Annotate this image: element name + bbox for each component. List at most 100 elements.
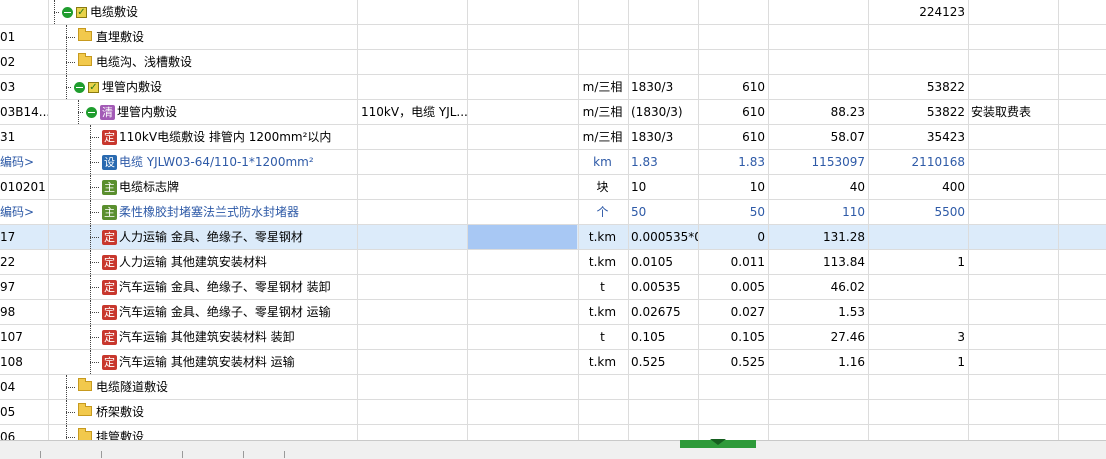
unit-cell[interactable]: m/三相: [578, 75, 627, 99]
total-cell[interactable]: 1: [868, 350, 968, 374]
quantity-expression-cell[interactable]: 50: [628, 200, 698, 224]
code-cell[interactable]: 编码>: [0, 200, 48, 224]
total-cell[interactable]: 224123: [868, 0, 968, 24]
spec-cell[interactable]: [357, 0, 467, 24]
name-cell[interactable]: ✓ 埋管内敷设: [48, 75, 356, 99]
code-cell[interactable]: 107: [0, 325, 48, 349]
spec-cell[interactable]: [357, 400, 467, 424]
quantity-expression-cell[interactable]: 0.0105: [628, 250, 698, 274]
unit-cell[interactable]: t: [578, 325, 627, 349]
spec-cell[interactable]: [357, 25, 467, 49]
code-cell[interactable]: 02: [0, 50, 48, 74]
table-row[interactable]: 05 桥架敷设: [0, 400, 1106, 425]
name-cell[interactable]: 主电缆标志牌: [48, 175, 356, 199]
table-row[interactable]: 编码> 设电缆 YJLW03-64/110-1*1200mm² km 1.83 1.83…: [0, 150, 1106, 175]
collapse-toggle-icon[interactable]: [86, 106, 97, 118]
table-row[interactable]: 98 定汽车运输 金具、绝缘子、零星钢材 运输 t.km 0.02675 0.027 1.…: [0, 300, 1106, 325]
unit-price-cell[interactable]: 40: [768, 175, 868, 199]
name-cell[interactable]: 定汽车运输 金具、绝缘子、零星钢材 装卸: [48, 275, 356, 299]
note-cell[interactable]: [968, 225, 1058, 249]
selected-cell-highlight[interactable]: [468, 225, 577, 249]
name-cell[interactable]: 直埋敷设: [48, 25, 356, 49]
code-cell[interactable]: 03B14...: [0, 100, 48, 124]
quantity-cell[interactable]: 610: [698, 100, 768, 124]
spec-cell[interactable]: [357, 175, 467, 199]
note-cell[interactable]: 安装取费表: [968, 100, 1058, 124]
note-cell[interactable]: [968, 25, 1058, 49]
name-cell[interactable]: 定汽车运输 其他建筑安装材料 装卸: [48, 325, 356, 349]
quantity-cell[interactable]: [698, 0, 768, 24]
unit-price-cell[interactable]: [768, 0, 868, 24]
unit-price-cell[interactable]: 1.16: [768, 350, 868, 374]
unit-cell[interactable]: [578, 375, 627, 399]
unit-price-cell[interactable]: 110: [768, 200, 868, 224]
quantity-expression-cell[interactable]: [628, 25, 698, 49]
code-cell[interactable]: 108: [0, 350, 48, 374]
quantity-cell[interactable]: 610: [698, 75, 768, 99]
total-cell[interactable]: 53822: [868, 100, 968, 124]
code-cell[interactable]: 编码>: [0, 150, 48, 174]
note-cell[interactable]: [968, 0, 1058, 24]
spec-cell[interactable]: [357, 125, 467, 149]
unit-cell[interactable]: m/三相: [578, 100, 627, 124]
name-cell[interactable]: 电缆隧道敷设: [48, 375, 356, 399]
spec-cell[interactable]: [357, 200, 467, 224]
spec-cell[interactable]: [357, 150, 467, 174]
checkbox-icon[interactable]: ✓: [76, 6, 87, 18]
unit-cell[interactable]: t.km: [578, 300, 627, 324]
bottom-tab-strip[interactable]: [0, 451, 1106, 458]
checkbox-icon[interactable]: ✓: [88, 81, 99, 93]
unit-cell[interactable]: t: [578, 275, 627, 299]
note-cell[interactable]: [968, 250, 1058, 274]
unit-price-cell[interactable]: 131.28: [768, 225, 868, 249]
note-cell[interactable]: [968, 75, 1058, 99]
spec-cell[interactable]: [357, 50, 467, 74]
spec-cell[interactable]: [357, 75, 467, 99]
name-cell[interactable]: 定汽车运输 金具、绝缘子、零星钢材 运输: [48, 300, 356, 324]
quantity-expression-cell[interactable]: 10: [628, 175, 698, 199]
table-row[interactable]: 108 定汽车运输 其他建筑安装材料 运输 t.km 0.525 0.525 1.16 1: [0, 350, 1106, 375]
table-row[interactable]: 编码> 主柔性橡胶封堵塞法兰式防水封堵器个 50 50 110 5500: [0, 200, 1106, 225]
quantity-cell[interactable]: [698, 50, 768, 74]
quantity-expression-cell[interactable]: 1830/3: [628, 75, 698, 99]
table-row[interactable]: 97 定汽车运输 金具、绝缘子、零星钢材 装卸 t 0.00535 0.005 46.02: [0, 275, 1106, 300]
quantity-expression-cell[interactable]: [628, 375, 698, 399]
quantity-expression-cell[interactable]: 0.00535: [628, 275, 698, 299]
table-row[interactable]: 02 电缆沟、浅槽敷设: [0, 50, 1106, 75]
quantity-cell[interactable]: 0.525: [698, 350, 768, 374]
spec-cell[interactable]: [357, 300, 467, 324]
total-cell[interactable]: [868, 300, 968, 324]
spec-cell[interactable]: [357, 225, 467, 249]
total-cell[interactable]: 1: [868, 250, 968, 274]
code-cell[interactable]: 22: [0, 250, 48, 274]
note-cell[interactable]: [968, 400, 1058, 424]
quantity-cell[interactable]: 10: [698, 175, 768, 199]
spec-cell[interactable]: [357, 250, 467, 274]
unit-cell[interactable]: [578, 400, 627, 424]
note-cell[interactable]: [968, 350, 1058, 374]
unit-cell[interactable]: t.km: [578, 225, 627, 249]
quantity-expression-cell[interactable]: [628, 0, 698, 24]
code-cell[interactable]: 97: [0, 275, 48, 299]
tab-stub[interactable]: [0, 451, 41, 458]
unit-price-cell[interactable]: 46.02: [768, 275, 868, 299]
unit-cell[interactable]: [578, 0, 627, 24]
note-cell[interactable]: [968, 375, 1058, 399]
name-cell[interactable]: 桥架敷设: [48, 400, 356, 424]
name-cell[interactable]: 清埋管内敷设: [48, 100, 356, 124]
tab-stub[interactable]: [244, 451, 285, 458]
quantity-cell[interactable]: [698, 375, 768, 399]
total-cell[interactable]: [868, 375, 968, 399]
unit-cell[interactable]: t.km: [578, 250, 627, 274]
unit-price-cell[interactable]: 58.07: [768, 125, 868, 149]
table-row[interactable]: 03B14... 清埋管内敷设 110kV，电缆 YJL... m/三相 (1830/3…: [0, 100, 1106, 125]
spec-cell[interactable]: [357, 375, 467, 399]
total-cell[interactable]: 400: [868, 175, 968, 199]
quantity-expression-cell[interactable]: 0.02675: [628, 300, 698, 324]
name-cell[interactable]: 主柔性橡胶封堵塞法兰式防水封堵器: [48, 200, 356, 224]
collapse-toggle-icon[interactable]: [62, 6, 73, 18]
total-cell[interactable]: 3: [868, 325, 968, 349]
unit-price-cell[interactable]: 27.46: [768, 325, 868, 349]
spec-cell[interactable]: [357, 350, 467, 374]
scroll-down-arrow-icon[interactable]: [710, 439, 726, 445]
